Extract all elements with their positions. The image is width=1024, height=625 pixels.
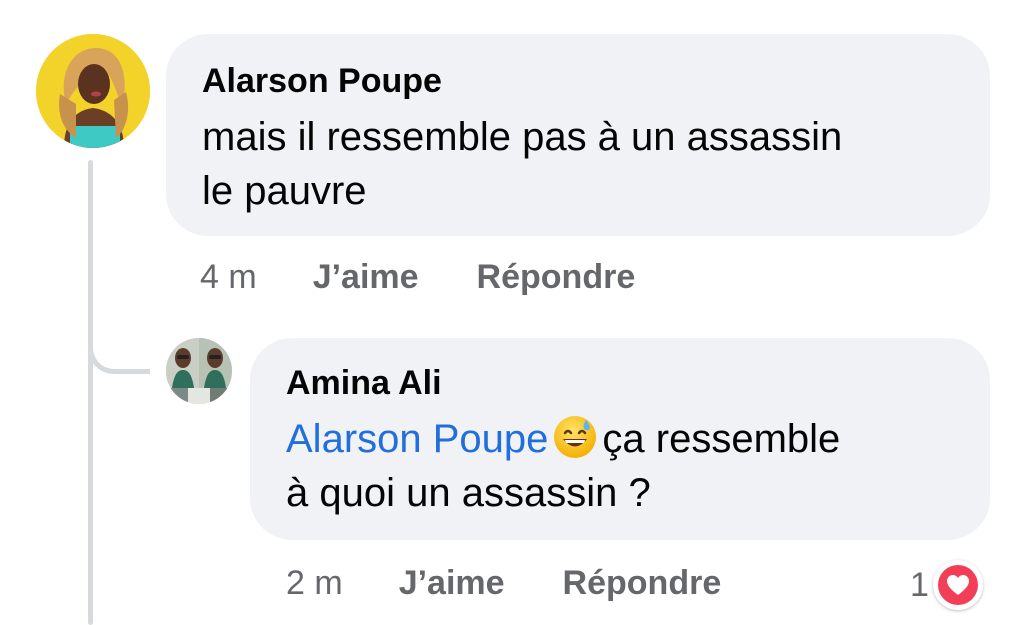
reply-connector-branch [88, 330, 150, 374]
reply-button[interactable]: Répondre [563, 564, 722, 603]
comment-author-name[interactable]: Alarson Poupe [202, 60, 954, 102]
heart-reaction-icon [932, 560, 983, 610]
comment-thread: Alarson Poupe mais il ressemble pas à un… [0, 0, 1024, 625]
comment-text: mais il ressemble pas à un assassin le p… [202, 115, 843, 213]
profile-photo [36, 34, 150, 148]
comment-timestamp[interactable]: 4 m [200, 258, 257, 297]
mention-link[interactable]: Alarson Poupe [286, 417, 548, 461]
reaction-summary[interactable]: 1 [910, 560, 983, 610]
avatar-amina-ali[interactable] [166, 338, 232, 404]
reply-timestamp[interactable]: 2 m [286, 564, 343, 603]
reply-bubble: Amina Ali Alarson Poupe ça ressemble à q… [250, 338, 990, 540]
reply-author-name[interactable]: Amina Ali [286, 362, 954, 404]
reply-text: Alarson Poupe ça ressemble à quoi un ass… [286, 412, 954, 520]
reaction-count: 1 [910, 565, 929, 604]
reply-actions: 2 m J’aime Répondre [286, 564, 779, 603]
grinning-face-with-sweat-icon [552, 414, 598, 460]
comment-bubble: Alarson Poupe mais il ressemble pas à un… [166, 34, 990, 236]
comment-actions: 4 m J’aime Répondre [200, 258, 693, 297]
profile-photo-collage [166, 338, 232, 404]
like-button[interactable]: J’aime [399, 564, 505, 603]
thread-connector-line [88, 160, 93, 625]
reply-button[interactable]: Répondre [477, 258, 636, 297]
like-button[interactable]: J’aime [313, 258, 419, 297]
avatar-alarson-poupe[interactable] [36, 34, 150, 148]
